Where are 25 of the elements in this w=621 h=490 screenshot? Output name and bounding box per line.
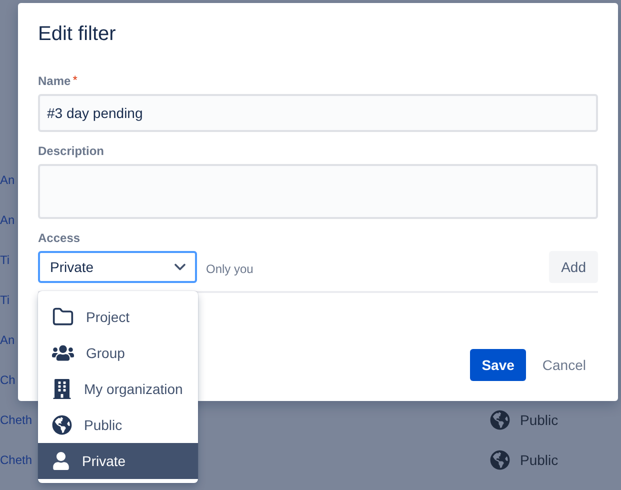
globe-icon: [52, 415, 72, 435]
menu-option[interactable]: My organization: [38, 371, 198, 407]
cancel-button[interactable]: Cancel: [530, 349, 598, 381]
save-button[interactable]: Save: [470, 349, 526, 381]
name-field[interactable]: #3 day pending: [38, 94, 598, 132]
menu-option[interactable]: Project: [38, 299, 198, 335]
globe-icon: [490, 410, 510, 430]
menu-option[interactable]: Public: [38, 407, 198, 443]
menu-option[interactable]: Private: [38, 443, 198, 479]
field-label: Name: [38, 74, 71, 88]
globe-icon: [490, 450, 510, 470]
access-select[interactable]: Private: [38, 251, 197, 283]
folder-icon: [52, 306, 74, 328]
menu-option[interactable]: Group: [38, 335, 198, 371]
required-mark: *: [72, 74, 78, 86]
access-label: Public: [520, 452, 558, 468]
building-icon: [52, 379, 72, 399]
access-hint: Only you: [206, 262, 254, 276]
person-icon: [52, 452, 70, 470]
dialog-title: Edit filter: [38, 23, 117, 46]
access-label: Public: [520, 412, 558, 428]
add-button[interactable]: Add: [549, 251, 598, 283]
description-field[interactable]: [38, 164, 598, 219]
field-label: Access: [38, 231, 82, 245]
field-label: Description: [38, 144, 104, 158]
